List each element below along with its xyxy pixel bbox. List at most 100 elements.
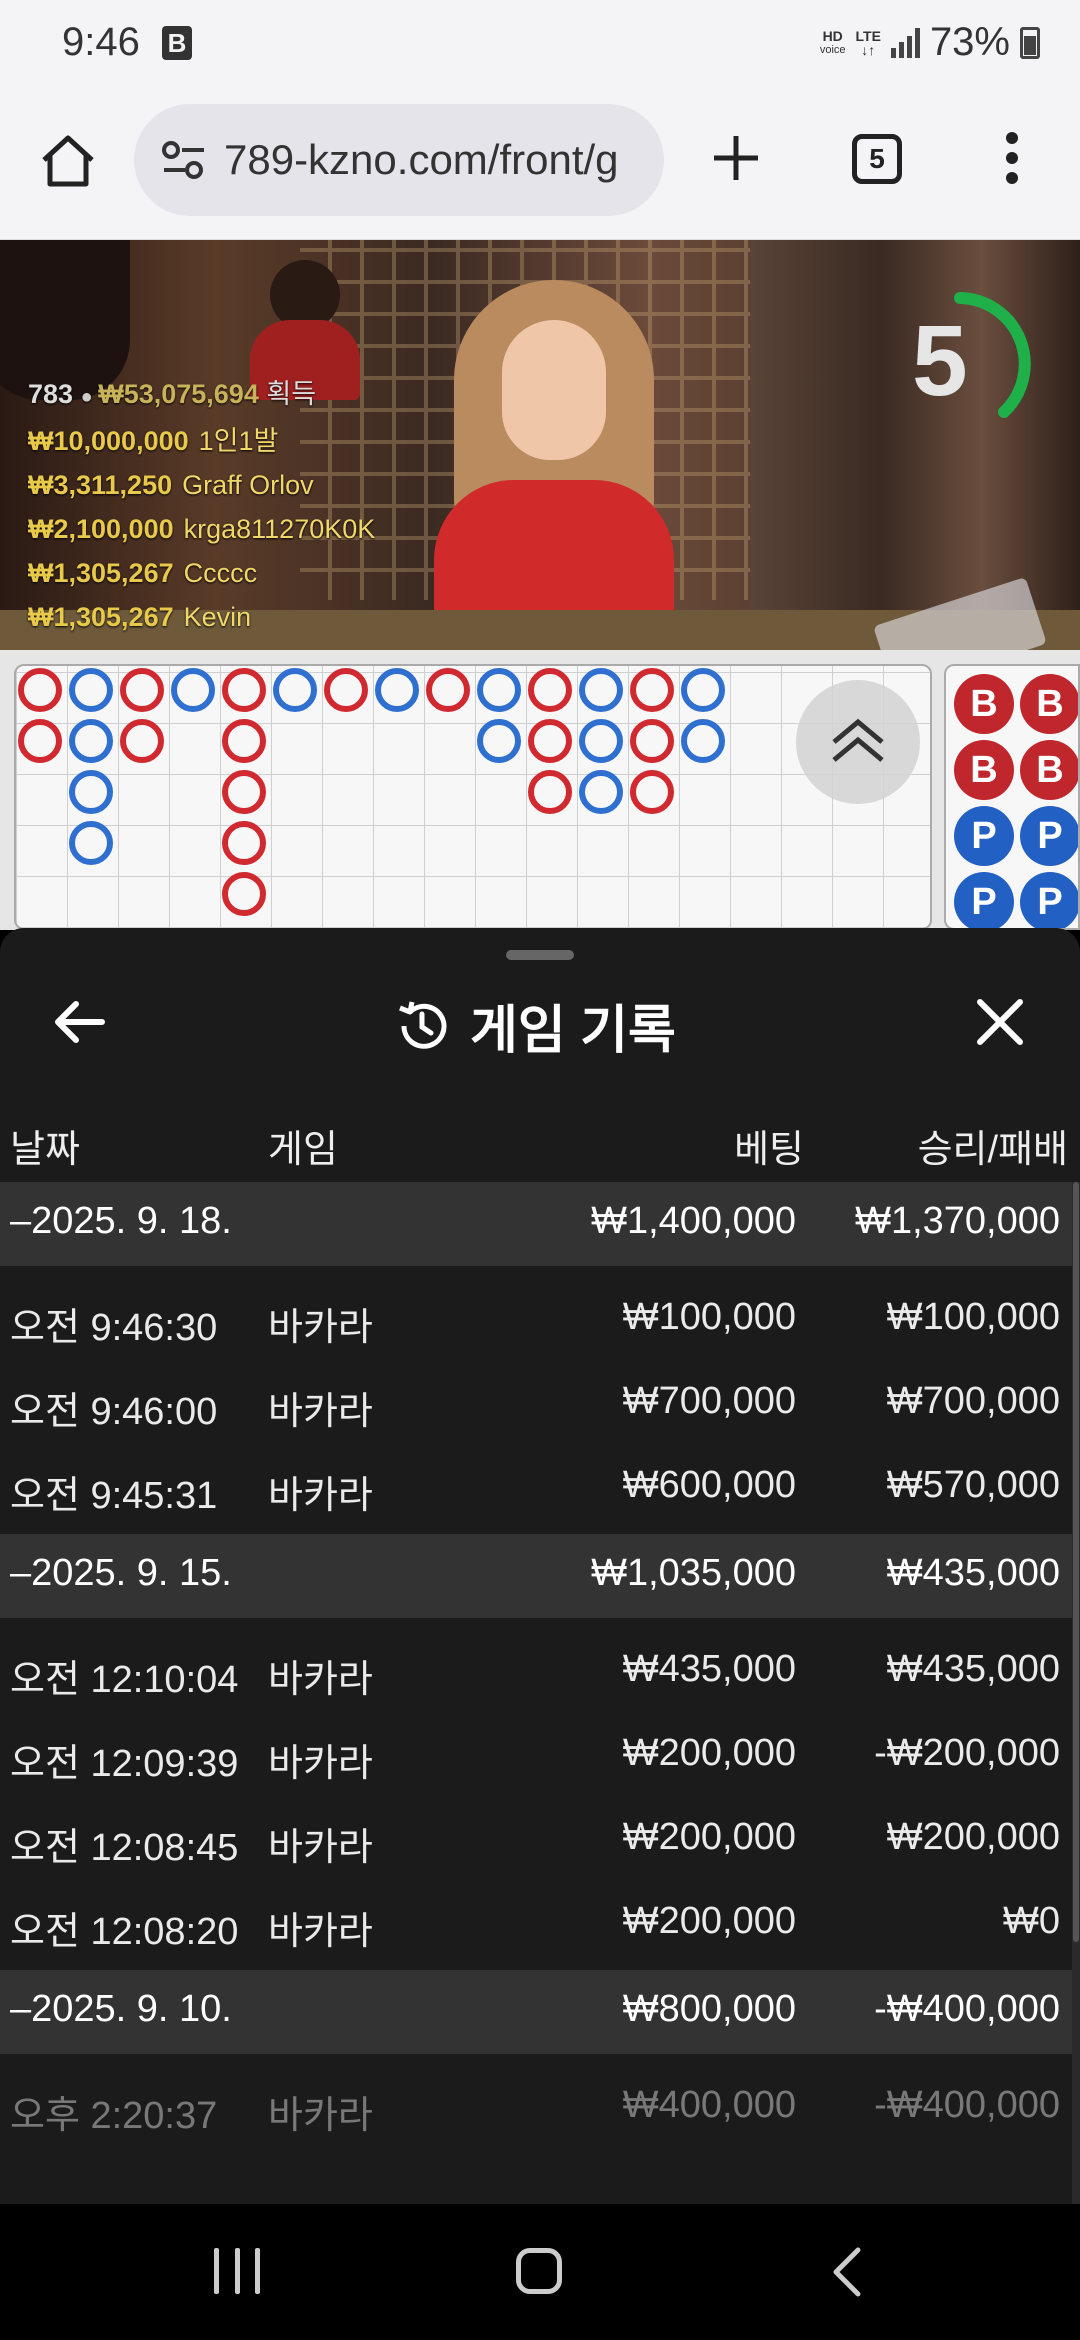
status-bar: 9:46 B HD voice LTE ↓↑ 73% <box>0 0 1080 86</box>
table-row[interactable]: 오후 2:20:37 바카라 ₩400,000 -₩400,000 <box>0 2062 1072 2146</box>
column-date: 날짜 <box>10 1129 80 1171</box>
winner-row: ₩1,305,267 Ccccc <box>28 558 258 588</box>
countdown-number: 5 <box>912 305 968 417</box>
player-bead <box>579 770 623 814</box>
table-row[interactable]: 오전 12:10:04 바카라 ₩435,000 ₩435,000 <box>0 1626 1072 1710</box>
player-count: 783 <box>28 379 74 409</box>
battery-percent: 73% <box>929 20 1010 64</box>
banker-bead <box>222 719 266 763</box>
date-group-header[interactable]: –2025. 9. 18. ₩1,400,000 ₩1,370,000 <box>0 1182 1072 1266</box>
column-winloss: 승리/패배 <box>917 1129 1068 1171</box>
live-video[interactable]: 783 ● ₩53,075,694 획득 ₩10,000,000 1인1발 ₩3,… <box>0 240 1080 650</box>
game-history-sheet: 게임 기록 날짜 게임 베팅 승리/패배 –2025. 9. 18. ₩1,40… <box>0 928 1080 2204</box>
banker-bead <box>120 719 164 763</box>
player-bead <box>171 668 215 712</box>
date-group-header[interactable]: –2025. 9. 15. ₩1,035,000 ₩435,000 <box>0 1534 1072 1618</box>
bead-banker: B <box>954 674 1014 734</box>
player-bead <box>579 719 623 763</box>
player-bead <box>477 668 521 712</box>
banker-bead <box>18 719 62 763</box>
player-bead <box>477 719 521 763</box>
table-row[interactable]: 오전 9:45:31 바카라 ₩600,000 ₩570,000 <box>0 1442 1072 1526</box>
player-bead <box>681 668 725 712</box>
recents-icon[interactable] <box>214 2248 260 2294</box>
bead-player: P <box>954 872 1014 928</box>
signal-icon <box>890 27 920 58</box>
back-arrow-icon[interactable] <box>48 990 112 1054</box>
banker-bead <box>528 719 572 763</box>
close-icon[interactable] <box>970 992 1030 1052</box>
total-won: ₩53,075,694 <box>98 379 259 409</box>
url-text: 789-kzno.com/front/g <box>224 136 619 183</box>
player-bead <box>681 719 725 763</box>
scrollbar[interactable] <box>1072 1182 1080 2204</box>
chevron-up-icon <box>832 718 884 762</box>
bead-road: B B B B P P P P <box>944 664 1080 930</box>
scrollbar-thumb[interactable] <box>1073 1182 1079 1942</box>
roadmap: B B B B P P P P <box>0 650 1080 930</box>
back-nav-icon[interactable] <box>822 2244 872 2300</box>
table-header: 날짜 게임 베팅 승리/패배 <box>0 1108 1080 1182</box>
new-tab-icon[interactable] <box>706 128 766 188</box>
status-icons: HD voice LTE ↓↑ 73% <box>820 20 1040 65</box>
winners-panel: 783 ● ₩53,075,694 획득 ₩10,000,000 1인1발 ₩3,… <box>28 372 375 639</box>
home-nav-icon[interactable] <box>516 2248 562 2294</box>
bead-banker: B <box>1020 740 1078 800</box>
player-bead <box>273 668 317 712</box>
countdown-timer: 5 <box>880 284 1040 444</box>
tab-switcher-button[interactable]: 5 <box>852 134 902 184</box>
banker-bead <box>528 770 572 814</box>
banker-bead <box>324 668 368 712</box>
address-bar[interactable]: 789-kzno.com/front/g <box>134 104 664 216</box>
winner-row: ₩3,311,250 Graff Orlov <box>28 470 314 500</box>
winner-row: ₩10,000,000 1인1발 <box>28 426 279 456</box>
table-row[interactable]: 오전 12:08:20 바카라 ₩200,000 ₩0 <box>0 1878 1072 1962</box>
player-bead <box>69 770 113 814</box>
banker-bead <box>222 872 266 916</box>
bead-banker: B <box>954 740 1014 800</box>
table-row[interactable]: 오전 9:46:00 바카라 ₩700,000 ₩700,000 <box>0 1358 1072 1442</box>
player-bead <box>69 821 113 865</box>
sheet-drag-handle[interactable] <box>506 950 574 960</box>
more-menu-icon[interactable] <box>1000 128 1024 188</box>
player-bead <box>69 719 113 763</box>
status-time: 9:46 <box>62 20 140 64</box>
sheet-title: 게임 기록 <box>470 1002 676 1060</box>
player-bead <box>375 668 419 712</box>
table-row[interactable]: 오전 12:09:39 바카라 ₩200,000 -₩200,000 <box>0 1710 1072 1794</box>
bead-player: P <box>1020 806 1078 866</box>
table-row[interactable]: 오전 12:08:45 바카라 ₩200,000 ₩200,000 <box>0 1794 1072 1878</box>
banker-bead <box>120 668 164 712</box>
column-game: 게임 <box>268 1129 338 1171</box>
person-icon: ● <box>80 386 99 408</box>
table-row[interactable]: 오전 9:46:30 바카라 ₩100,000 ₩100,000 <box>0 1274 1072 1358</box>
lte-icon: LTE ↓↑ <box>855 27 881 58</box>
date-group-header[interactable]: –2025. 9. 10. ₩800,000 -₩400,000 <box>0 1970 1072 2054</box>
battery-icon <box>1020 26 1040 59</box>
total-won-label: 획득 <box>266 379 317 409</box>
winner-row: ₩2,100,000 krga811270K0K <box>28 514 376 544</box>
banker-bead <box>426 668 470 712</box>
column-bet: 베팅 <box>734 1129 804 1171</box>
site-settings-icon[interactable] <box>160 138 208 182</box>
banker-bead <box>630 719 674 763</box>
banker-bead <box>528 668 572 712</box>
bead-player: P <box>954 806 1014 866</box>
total-won-row: 783 ● ₩53,075,694 획득 <box>28 372 375 419</box>
browser-toolbar: 789-kzno.com/front/g 5 <box>0 86 1080 240</box>
home-icon[interactable] <box>38 130 98 190</box>
winner-row: ₩1,305,267 Kevin <box>28 602 252 632</box>
history-icon <box>399 1001 447 1049</box>
banker-bead <box>222 821 266 865</box>
bead-player: P <box>1020 872 1078 928</box>
dealer <box>424 280 684 650</box>
expand-roadmap-button[interactable] <box>796 680 920 804</box>
banker-bead <box>630 770 674 814</box>
big-road <box>14 664 932 930</box>
banker-bead <box>222 770 266 814</box>
banker-bead <box>222 668 266 712</box>
system-nav-bar <box>0 2204 1080 2340</box>
history-list: –2025. 9. 18. ₩1,400,000 ₩1,370,000 오전 9… <box>0 1182 1072 2146</box>
sheet-header: 게임 기록 <box>394 988 676 1063</box>
bead-banker: B <box>1020 674 1078 734</box>
